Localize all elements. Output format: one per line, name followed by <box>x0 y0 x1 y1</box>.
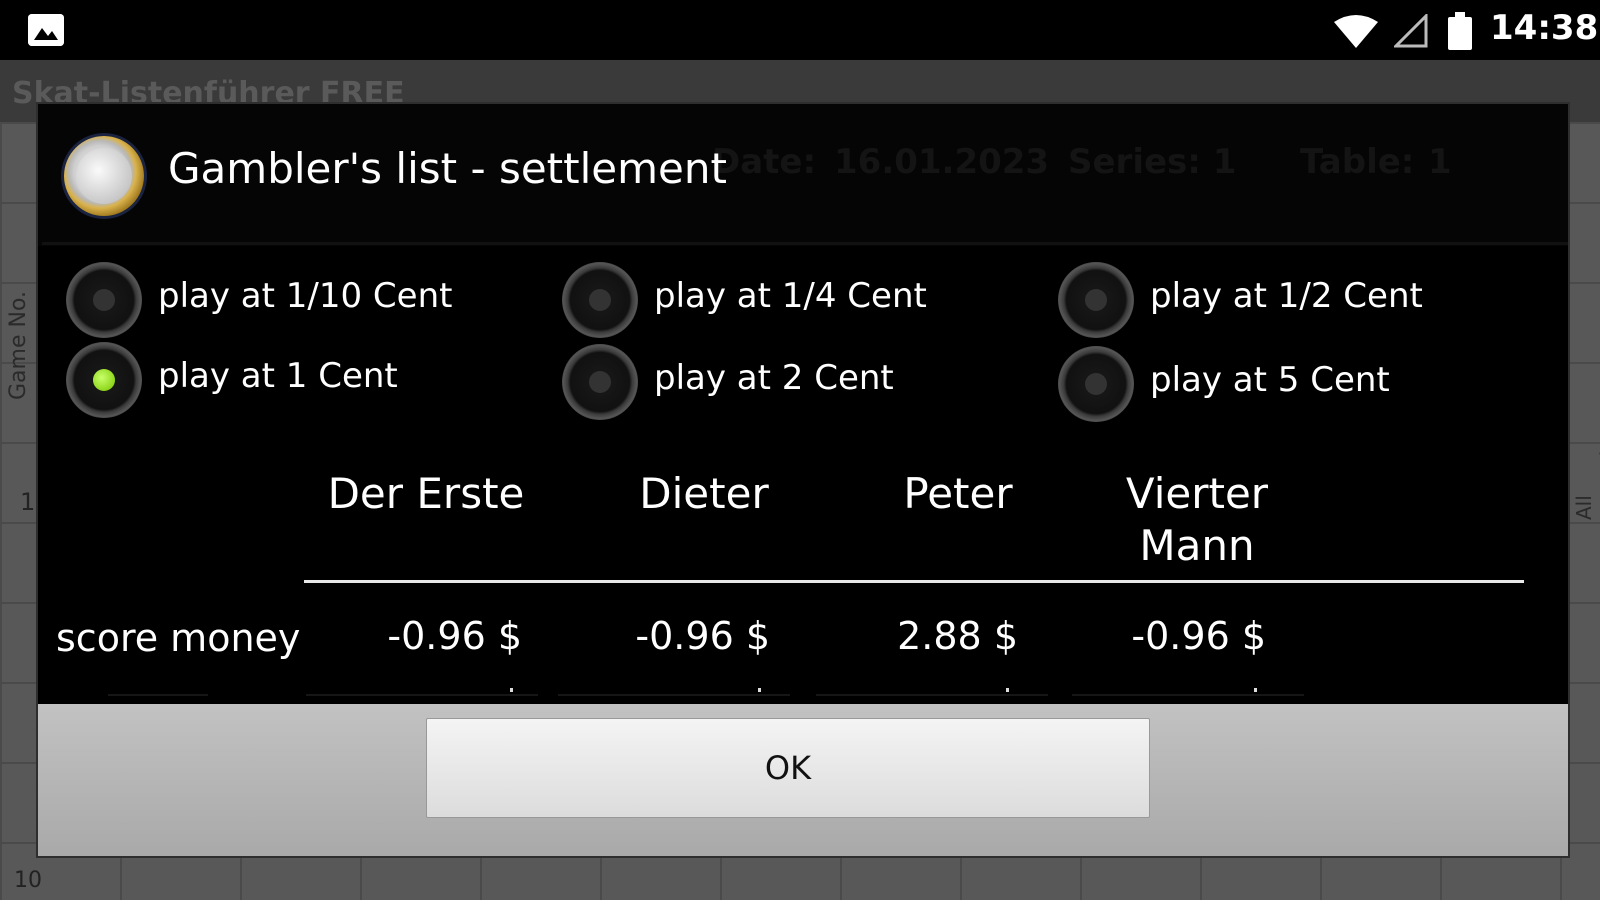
row-underline <box>816 694 1048 696</box>
radio-dot <box>93 369 115 391</box>
date-label: Date: <box>712 142 817 182</box>
game-number-label: Game No. <box>6 290 31 400</box>
radio-label[interactable]: play at 2 Cent <box>654 358 894 398</box>
settlement-dialog: Date: 16.01.2023 Series: 1 Table: 1 Gamb… <box>36 102 1570 858</box>
radio-label[interactable]: play at 1 Cent <box>158 356 398 396</box>
column-header-player-1: Der Erste <box>327 469 525 518</box>
score-money-player-2: -0.96 $ <box>635 614 770 658</box>
radio-label[interactable]: play at 1/4 Cent <box>654 276 927 316</box>
radio-label[interactable]: play at 5 Cent <box>1150 360 1390 400</box>
radio-dot <box>1085 373 1107 395</box>
radio-dot <box>93 289 115 311</box>
ok-button[interactable]: OK <box>426 718 1150 818</box>
score-money-player-3: 2.88 $ <box>897 614 1018 658</box>
row-marker <box>1254 688 1257 692</box>
row-underline <box>558 694 790 696</box>
row-underline <box>1072 694 1304 696</box>
tenth-row-number: 10 <box>14 868 42 893</box>
row-marker <box>758 688 761 692</box>
status-bar: 14:38 <box>0 0 1600 60</box>
table-divider <box>304 580 1524 583</box>
radio-dot <box>1085 289 1107 311</box>
column-header-player-4: Vierter Mann <box>1125 469 1269 570</box>
row-underline <box>108 694 208 696</box>
euro-coin-icon <box>64 136 144 216</box>
wifi-icon <box>1334 14 1378 52</box>
row-underline <box>306 694 538 696</box>
row-marker <box>1006 688 1009 692</box>
date-value: 16.01.2023 <box>834 142 1050 182</box>
table-label: Table: <box>1300 142 1415 182</box>
radio-dot <box>589 371 611 393</box>
all-passed-label: All Passed <box>1572 450 1600 520</box>
score-money-player-4: -0.96 $ <box>1131 614 1266 658</box>
dialog-button-bar: OK <box>38 704 1568 856</box>
gallery-icon <box>28 14 64 46</box>
radio-label[interactable]: play at 1/2 Cent <box>1150 276 1423 316</box>
signal-icon <box>1392 12 1428 52</box>
column-header-player-3: Peter <box>903 469 1013 518</box>
first-row-number: 1 <box>20 488 36 516</box>
column-header-player-2: Dieter <box>639 469 769 518</box>
series-label: Series: 1 <box>1068 142 1237 182</box>
score-money-label: score money <box>56 616 301 660</box>
header-divider <box>42 242 1568 245</box>
dialog-title: Gambler's list - settlement <box>168 144 727 193</box>
radio-label[interactable]: play at 1/10 Cent <box>158 276 452 316</box>
score-money-player-1: -0.96 $ <box>387 614 522 658</box>
battery-icon <box>1448 12 1472 50</box>
dialog-header: Date: 16.01.2023 Series: 1 Table: 1 Gamb… <box>38 104 1568 246</box>
clock: 14:38 <box>1490 8 1599 48</box>
radio-dot <box>589 289 611 311</box>
table-value: 1 <box>1428 142 1452 182</box>
row-marker <box>510 688 513 692</box>
